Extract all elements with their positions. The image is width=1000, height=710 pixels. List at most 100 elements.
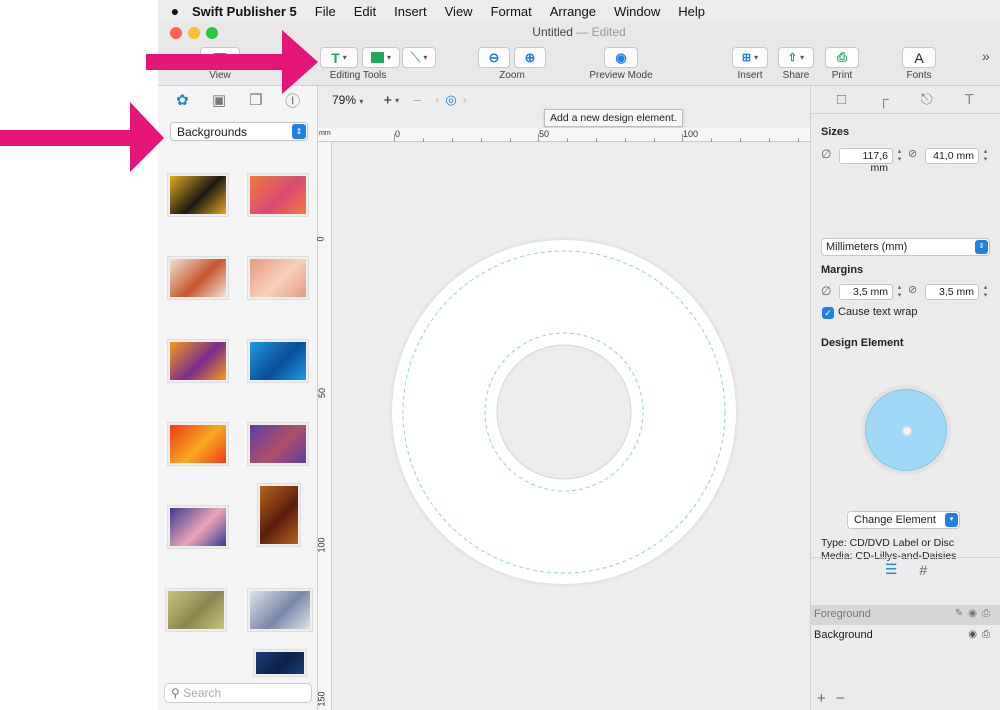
rectangle-icon (370, 52, 384, 63)
outer-margin-icon: ∅ (821, 284, 832, 298)
inner-diameter-icon: ⊘ (908, 148, 918, 160)
line-tool-button[interactable]: ⟍ ▾ (402, 47, 436, 68)
layer-add-remove: +− (817, 690, 855, 707)
text-format-icon[interactable]: T (965, 91, 974, 108)
disc-preview-icon (865, 389, 947, 471)
background-thumbnail[interactable] (168, 257, 228, 299)
menu-arrange[interactable]: Arrange (550, 4, 596, 19)
chevron-down-icon: ▾ (342, 53, 347, 62)
print-button[interactable]: ⎙ (825, 47, 859, 68)
inner-diameter-field[interactable]: 41,0 mm (925, 148, 979, 164)
stepper-arrows-icon[interactable]: ▴ ▾ (981, 148, 990, 164)
zoom-label: Zoom (499, 70, 525, 81)
library-search-input[interactable]: ⚲ Search (164, 683, 312, 703)
zoom-in-button[interactable]: ⊕ (514, 47, 546, 68)
search-icon: ⚲ (171, 686, 180, 700)
background-thumbnail[interactable] (168, 340, 228, 382)
insert-label: Insert (737, 70, 763, 81)
select-arrows-icon: ⇕ (975, 240, 988, 254)
arrow-to-backgrounds-icon (0, 102, 164, 172)
layer-row-foreground[interactable]: Foreground ✎◉⎙ (811, 605, 1000, 625)
chevron-down-icon: ▾ (945, 513, 958, 527)
cd-label-disc[interactable] (392, 240, 736, 584)
menu-help[interactable]: Help (678, 4, 705, 19)
annotation-arrows (0, 30, 318, 172)
fonts-icon: A (914, 49, 924, 66)
fonts-label: Fonts (906, 70, 932, 81)
arrow-to-editing-tools-icon (146, 30, 318, 94)
share-button[interactable]: ⇧ ▾ (778, 47, 814, 68)
chevron-down-icon: ▾ (423, 53, 428, 62)
change-element-select[interactable]: Change Element ▾ (847, 511, 960, 529)
layer-visibility-icons[interactable]: ✎◉⎙ (955, 608, 995, 619)
units-select-value: Millimeters (mm) (826, 241, 908, 253)
chevron-down-icon: ▾ (754, 53, 759, 62)
background-thumbnail[interactable] (168, 423, 228, 465)
toolbar-overflow-button[interactable]: » (982, 48, 990, 64)
chevron-down-icon: ▾ (359, 97, 364, 106)
grid-icon[interactable]: # (919, 562, 927, 578)
chevron-down-icon[interactable]: ▾ (395, 96, 399, 105)
add-layer-button[interactable]: + (817, 690, 836, 707)
menu-format[interactable]: Format (491, 4, 532, 19)
design-element-icon[interactable]: ◎ (445, 92, 456, 108)
shape-tool-button[interactable]: ▾ (362, 47, 400, 68)
window-title-name: Untitled (532, 25, 573, 39)
preview-mode-label: Preview Mode (589, 70, 653, 81)
background-thumbnail[interactable] (248, 257, 308, 299)
stepper-arrows-icon[interactable]: ▴ ▾ (895, 148, 904, 164)
menu-view[interactable]: View (445, 4, 473, 19)
element-type-text: Type: CD/DVD Label or Disc (821, 537, 955, 549)
layer-row-background[interactable]: Background ◉⎙ (811, 626, 1000, 646)
inner-margin-field[interactable]: 3,5 mm (925, 284, 979, 300)
background-thumbnail[interactable] (166, 589, 226, 631)
inner-margin-icon: ⊘ (908, 284, 918, 296)
editing-tools-label: Editing Tools (329, 70, 387, 81)
menu-insert[interactable]: Insert (394, 4, 427, 19)
ruler-label: 0 (315, 236, 326, 242)
insert-button[interactable]: ⊞ ▾ (732, 47, 768, 68)
layers-icon[interactable]: ☰ (885, 561, 898, 578)
outer-diameter-field[interactable]: 117,6 mm (839, 148, 893, 174)
background-thumbnail[interactable] (168, 506, 228, 548)
chevron-left-icon[interactable]: ‹ (435, 93, 439, 107)
menu-edit[interactable]: Edit (354, 4, 376, 19)
chevron-right-icon[interactable]: › (463, 93, 467, 107)
arrange-icon[interactable]: ⎋ (921, 91, 933, 108)
background-thumbnail[interactable] (168, 174, 228, 216)
units-select[interactable]: Millimeters (mm) ⇕ (821, 238, 990, 256)
stepper-arrows-icon[interactable]: ▴ ▾ (895, 284, 904, 300)
layout-icon[interactable]: ┌ (878, 91, 889, 108)
layer-visibility-icons[interactable]: ◉⎙ (968, 629, 995, 640)
zoom-out-icon: ⊖ (488, 49, 500, 65)
outer-margin-field[interactable]: 3,5 mm (839, 284, 893, 300)
preview-mode-button[interactable]: ◉ (604, 47, 638, 68)
document-icon[interactable]: □ (837, 91, 846, 108)
background-thumbnail[interactable] (258, 484, 300, 546)
share-label: Share (782, 70, 810, 81)
background-thumbnail[interactable] (254, 650, 306, 676)
design-element-preview (861, 385, 951, 475)
cause-text-wrap-checkbox[interactable]: ✓ (822, 307, 834, 319)
cause-text-wrap-label: Cause text wrap (838, 306, 918, 318)
background-thumbnail[interactable] (248, 589, 312, 631)
tooltip: Add a new design element. (544, 109, 683, 127)
stepper-arrows-icon[interactable]: ▴ ▾ (981, 284, 990, 300)
menu-window[interactable]: Window (614, 4, 660, 19)
eye-icon: ◉ (615, 49, 627, 65)
printer-icon: ⎙ (837, 50, 847, 64)
zoom-level-select[interactable]: 79% ▾ (332, 93, 363, 107)
layer-tabs: ☰ # (811, 557, 1000, 581)
ruler-ticks (394, 134, 799, 142)
inspector-panel: □ ┌ ⎋ T Sizes ∅ 117,6 mm ▴ ▾ ⊘ 41,0 mm ▴ ▾… (810, 86, 1000, 710)
background-thumbnail[interactable] (248, 340, 308, 382)
add-element-icon[interactable]: + (383, 92, 392, 109)
text-tool-button[interactable]: T ▾ (320, 47, 358, 68)
remove-layer-button[interactable]: − (836, 690, 855, 707)
fonts-button[interactable]: A (902, 47, 936, 68)
zoom-out-button[interactable]: ⊖ (478, 47, 510, 68)
background-thumbnail[interactable] (248, 174, 308, 216)
layer-name: Background (814, 629, 873, 641)
background-thumbnail[interactable] (248, 423, 308, 465)
remove-element-icon[interactable]: − (413, 92, 421, 108)
